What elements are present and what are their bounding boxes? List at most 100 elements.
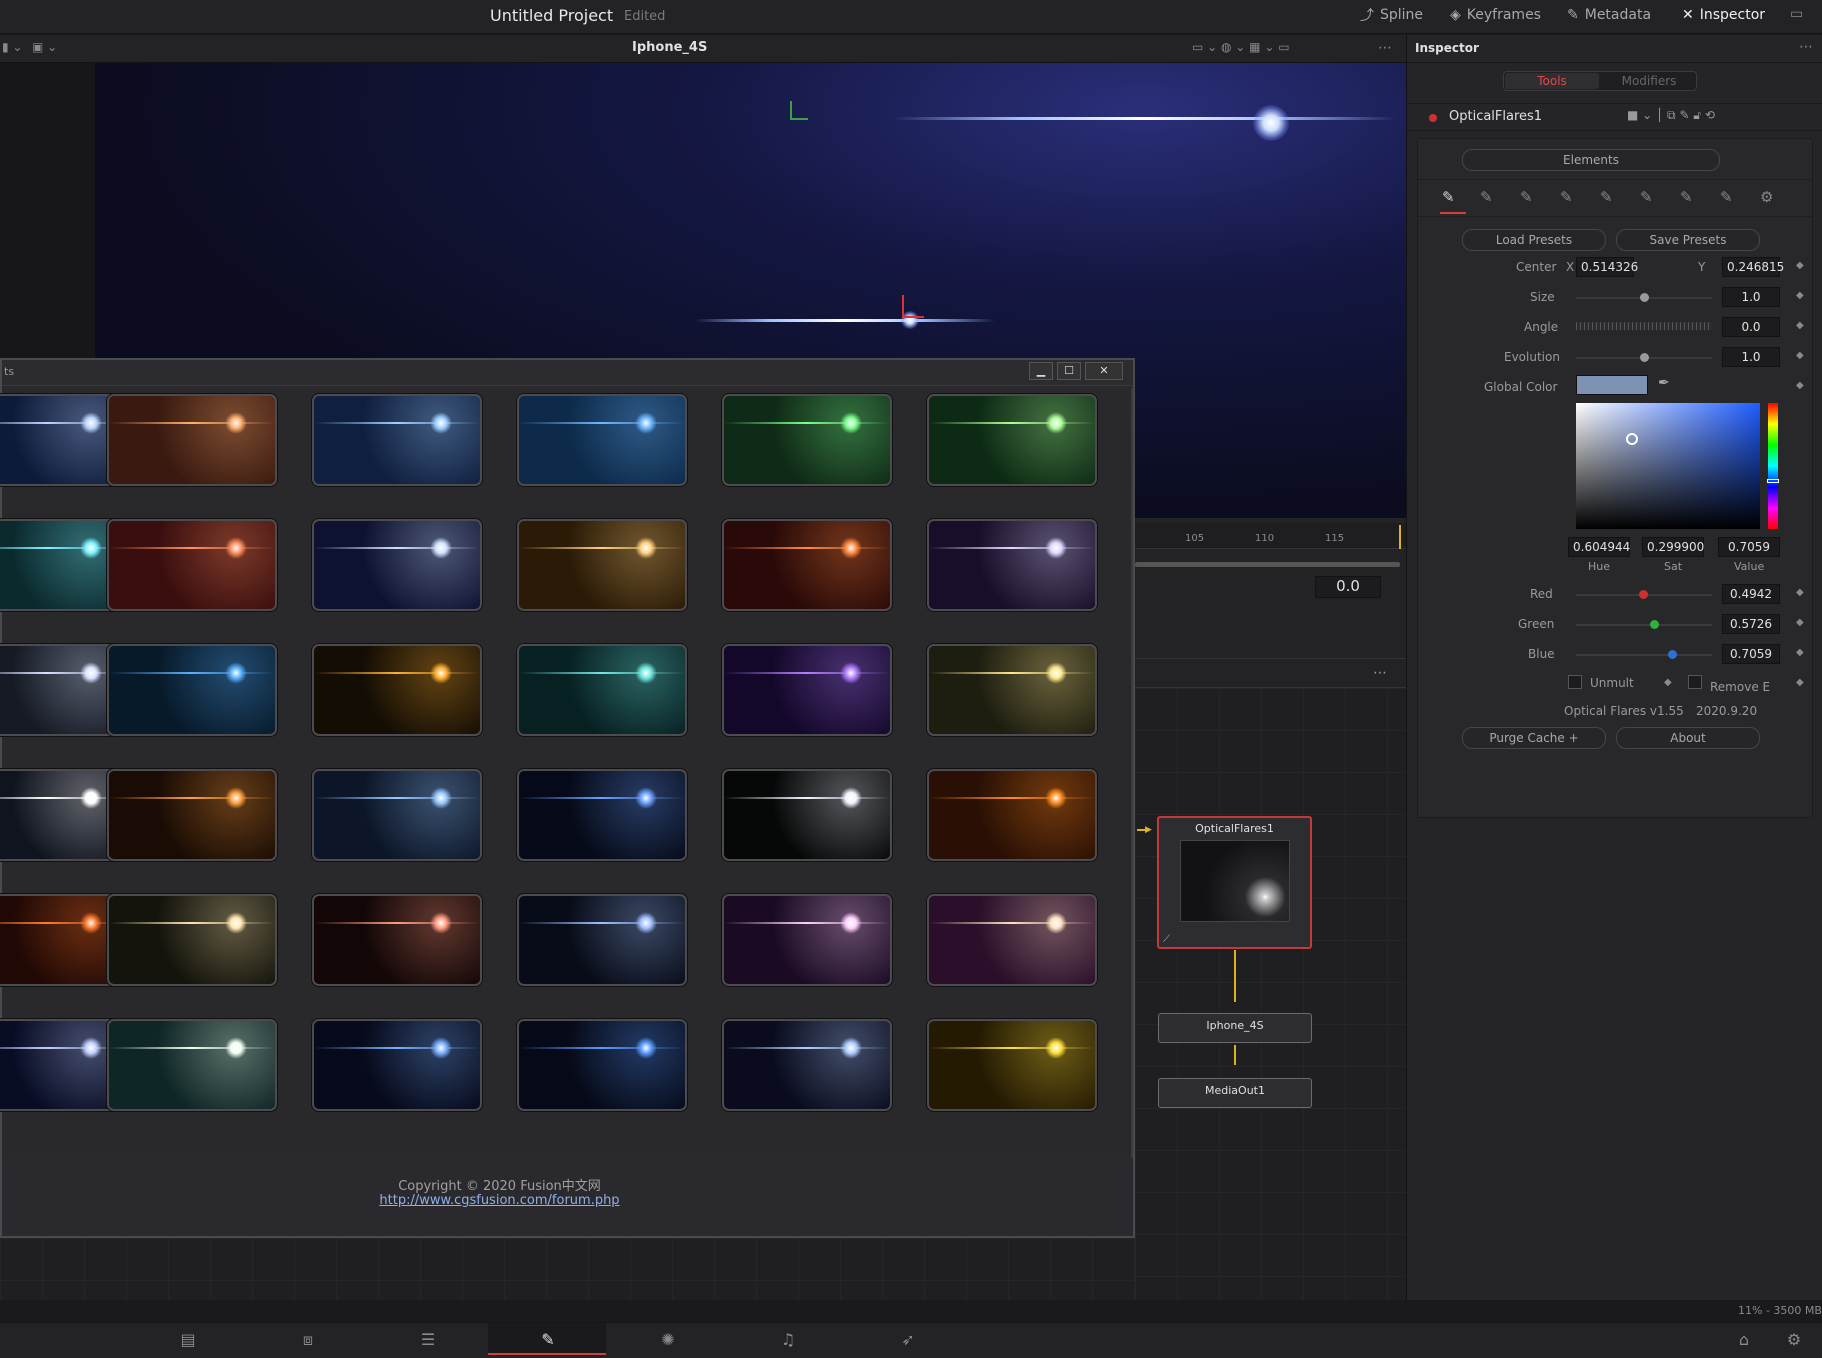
close-button[interactable]: ✕ bbox=[1085, 362, 1123, 380]
unmult-checkbox[interactable] bbox=[1568, 675, 1582, 689]
keyframe-diamond-icon[interactable]: ◆ bbox=[1796, 350, 1804, 361]
size-slider[interactable] bbox=[1576, 293, 1712, 302]
home-icon[interactable]: ⌂ bbox=[1732, 1330, 1756, 1349]
color-picker-field[interactable] bbox=[1576, 403, 1760, 529]
deliver-page-icon[interactable]: ➶ bbox=[896, 1330, 920, 1349]
preset-thumbnail[interactable] bbox=[722, 894, 892, 986]
keyframe-diamond-icon[interactable]: ◆ bbox=[1796, 290, 1804, 301]
center-x-field[interactable]: 0.514326 bbox=[1576, 257, 1638, 277]
load-presets-button[interactable]: Load Presets bbox=[1462, 229, 1606, 251]
viewer-options-icon[interactable]: ▭ ⌄ ◍ ⌄ ▦ ⌄ ▭ bbox=[1192, 40, 1290, 54]
preset-thumbnail[interactable] bbox=[927, 1019, 1097, 1111]
preset-thumbnail[interactable] bbox=[927, 769, 1097, 861]
fairlight-page-icon[interactable]: ♫ bbox=[776, 1330, 800, 1349]
tab-page-3-icon[interactable]: ✎ bbox=[1520, 188, 1533, 206]
tab-spline[interactable]: ⤴ Spline bbox=[1350, 0, 1433, 30]
preset-thumbnail[interactable] bbox=[107, 1019, 277, 1111]
tab-page-1-icon[interactable]: ✎ bbox=[1442, 188, 1455, 206]
tab-settings-icon[interactable]: ⚙ bbox=[1760, 188, 1773, 206]
value-field[interactable]: 0.7059 bbox=[1718, 537, 1780, 557]
edit-page-icon[interactable]: ☰ bbox=[416, 1330, 440, 1349]
angle-field[interactable]: 0.0 bbox=[1722, 317, 1780, 337]
color-picker-cursor[interactable] bbox=[1626, 433, 1638, 445]
preset-thumbnail[interactable] bbox=[312, 394, 482, 486]
preset-thumbnail[interactable] bbox=[927, 644, 1097, 736]
preset-thumbnail[interactable] bbox=[722, 769, 892, 861]
slider-knob[interactable] bbox=[1639, 590, 1649, 599]
keyframe-diamond-icon[interactable]: ◆ bbox=[1796, 647, 1804, 658]
node-editor[interactable]: ▶ OpticalFlares1 ⟋ Iphone_4S MediaOut1 bbox=[1135, 688, 1406, 1300]
scrollbar[interactable] bbox=[1131, 388, 1133, 1158]
node-mediaout[interactable]: MediaOut1 bbox=[1158, 1078, 1312, 1108]
preset-thumbnail[interactable] bbox=[517, 894, 687, 986]
preset-thumbnail[interactable] bbox=[107, 894, 277, 986]
red-field[interactable]: 0.4942 bbox=[1722, 584, 1780, 604]
keyframe-diamond-icon[interactable]: ◆ bbox=[1796, 587, 1804, 598]
slider-knob[interactable] bbox=[1649, 620, 1659, 629]
viewer-more-icon[interactable]: ⋯ bbox=[1378, 40, 1392, 56]
slider-knob[interactable] bbox=[1668, 650, 1677, 659]
slider-knob[interactable] bbox=[1640, 293, 1649, 302]
keyframe-timeline[interactable]: 105 110 115 0.0 ⋯ bbox=[1135, 518, 1406, 688]
tab-page-2-icon[interactable]: ✎ bbox=[1480, 188, 1493, 206]
angle-thumbwheel[interactable] bbox=[1576, 322, 1712, 330]
preset-thumbnail[interactable] bbox=[722, 644, 892, 736]
hue-strip-marker[interactable] bbox=[1767, 479, 1779, 483]
keyframe-diamond-icon[interactable]: ◆ bbox=[1796, 380, 1804, 391]
node-iphone[interactable]: Iphone_4S bbox=[1158, 1013, 1312, 1043]
slider-knob[interactable] bbox=[1640, 353, 1649, 362]
transform-widget-x[interactable] bbox=[902, 316, 924, 318]
transform-widget-y[interactable] bbox=[902, 295, 904, 317]
node-header[interactable]: OpticalFlares1 ■ ⌄ │ ⧉ ✎ 🔓︎ ⟲ bbox=[1407, 103, 1822, 131]
fusion-page-icon[interactable]: ✎ bbox=[536, 1330, 560, 1349]
keyframe-diamond-icon[interactable]: ◆ bbox=[1796, 320, 1804, 331]
settings-icon[interactable]: ⚙ bbox=[1782, 1330, 1806, 1349]
playhead[interactable] bbox=[1399, 525, 1401, 549]
hue-strip[interactable] bbox=[1767, 403, 1779, 529]
global-color-swatch[interactable] bbox=[1576, 375, 1648, 395]
keyframe-diamond-icon[interactable]: ◆ bbox=[1796, 260, 1804, 271]
preset-thumbnail[interactable] bbox=[722, 1019, 892, 1111]
preset-thumbnail[interactable] bbox=[517, 644, 687, 736]
elements-button[interactable]: Elements bbox=[1462, 149, 1720, 171]
tab-page-8-icon[interactable]: ✎ bbox=[1720, 188, 1733, 206]
preset-thumbnail[interactable] bbox=[927, 519, 1097, 611]
keyframe-diamond-icon[interactable]: ◆ bbox=[1796, 677, 1804, 688]
media-page-icon[interactable]: ▤ bbox=[176, 1330, 200, 1349]
inspector-more-icon[interactable]: ⋯ bbox=[1799, 39, 1813, 55]
remove-checkbox[interactable] bbox=[1688, 675, 1702, 689]
evolution-slider[interactable] bbox=[1576, 353, 1712, 362]
evolution-field[interactable]: 1.0 bbox=[1722, 347, 1780, 367]
viewer-mode-icon[interactable]: ▣ ⌄ bbox=[32, 40, 57, 54]
tab-page-5-icon[interactable]: ✎ bbox=[1600, 188, 1613, 206]
preset-thumbnail[interactable] bbox=[107, 769, 277, 861]
preset-thumbnail[interactable] bbox=[107, 394, 277, 486]
preset-thumbnail[interactable] bbox=[312, 769, 482, 861]
tab-inspector[interactable]: ✕ Inspector bbox=[1672, 0, 1775, 30]
preset-thumbnail[interactable] bbox=[927, 894, 1097, 986]
tab-keyframes[interactable]: ◈ Keyframes bbox=[1440, 0, 1551, 30]
preset-thumbnail[interactable] bbox=[312, 1019, 482, 1111]
layout-icon[interactable]: ▮ ⌄ bbox=[2, 40, 22, 54]
keyframe-diamond-icon[interactable]: ◆ bbox=[1664, 677, 1672, 688]
keyframe-diamond-icon[interactable]: ◆ bbox=[1796, 617, 1804, 628]
tab-page-6-icon[interactable]: ✎ bbox=[1640, 188, 1653, 206]
size-field[interactable]: 1.0 bbox=[1722, 287, 1780, 307]
blue-field[interactable]: 0.7059 bbox=[1722, 644, 1780, 664]
preset-thumbnail[interactable] bbox=[517, 1019, 687, 1111]
dialog-titlebar[interactable]: ts ▁ ☐ ✕ bbox=[2, 360, 1133, 386]
minimize-button[interactable]: ▁ bbox=[1029, 362, 1053, 380]
purge-cache-button[interactable]: Purge Cache + bbox=[1462, 727, 1606, 749]
save-presets-button[interactable]: Save Presets bbox=[1616, 229, 1760, 251]
preset-thumbnail[interactable] bbox=[107, 519, 277, 611]
green-slider[interactable] bbox=[1576, 620, 1712, 629]
about-button[interactable]: About bbox=[1616, 727, 1760, 749]
time-value-field[interactable]: 0.0 bbox=[1315, 576, 1381, 598]
green-field[interactable]: 0.5726 bbox=[1722, 614, 1780, 634]
maximize-button[interactable]: ☐ bbox=[1057, 362, 1081, 380]
tab-page-7-icon[interactable]: ✎ bbox=[1680, 188, 1693, 206]
preset-thumbnail[interactable] bbox=[722, 394, 892, 486]
preset-thumbnail[interactable] bbox=[722, 519, 892, 611]
tab-modifiers[interactable]: Modifiers bbox=[1602, 73, 1696, 89]
cut-page-icon[interactable]: ⧈ bbox=[296, 1330, 320, 1350]
